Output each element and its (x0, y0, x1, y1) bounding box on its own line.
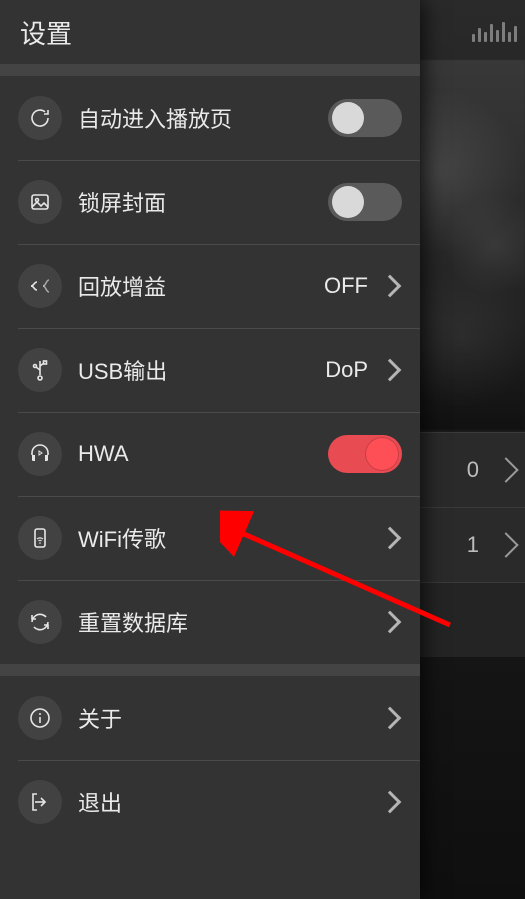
chevron-right-icon (493, 532, 518, 557)
bg-list-row[interactable]: 1 (420, 507, 525, 582)
toggle-lock-cover[interactable] (328, 183, 402, 221)
section-separator (0, 664, 420, 676)
row-value: OFF (324, 273, 368, 299)
row-about[interactable]: 关于 (0, 676, 420, 760)
row-usb-output[interactable]: USB输出 DoP (0, 328, 420, 412)
background-image (420, 60, 525, 430)
usb-icon (18, 348, 62, 392)
bg-list-row[interactable]: 0 (420, 432, 525, 507)
refresh-icon (18, 96, 62, 140)
panel-header: 设置 (0, 0, 420, 64)
bg-list-row (420, 582, 525, 657)
wifi-phone-icon (18, 516, 62, 560)
chevron-right-icon (379, 527, 402, 550)
row-label: 退出 (78, 786, 382, 818)
section-separator (0, 64, 420, 76)
row-label: 自动进入播放页 (78, 102, 328, 134)
row-label: 关于 (78, 702, 382, 734)
sound-waves-icon (18, 264, 62, 308)
row-replay-gain[interactable]: 回放增益 OFF (0, 244, 420, 328)
sync-icon (18, 600, 62, 644)
settings-panel: 设置 自动进入播放页 锁屏封面 (0, 0, 420, 899)
chevron-right-icon (493, 457, 518, 482)
toggle-hwa[interactable] (328, 435, 402, 473)
chevron-right-icon (379, 275, 402, 298)
chevron-right-icon (379, 611, 402, 634)
row-lock-cover[interactable]: 锁屏封面 (0, 160, 420, 244)
chevron-right-icon (379, 791, 402, 814)
equalizer-icon (472, 20, 517, 42)
bg-row-value: 1 (467, 532, 479, 558)
row-value: DoP (325, 357, 368, 383)
row-label: USB输出 (78, 354, 325, 386)
info-icon (18, 696, 62, 740)
row-label: 回放增益 (78, 270, 324, 302)
row-wifi-transfer[interactable]: WiFi传歌 (0, 496, 420, 580)
exit-icon (18, 780, 62, 824)
picture-icon (18, 180, 62, 224)
settings-list: 自动进入播放页 锁屏封面 回放增益 OFF (0, 76, 420, 664)
page-title: 设置 (20, 14, 72, 51)
row-label: HWA (78, 441, 328, 467)
chevron-right-icon (379, 359, 402, 382)
bg-row-value: 0 (467, 457, 479, 483)
bluetooth-headset-icon (18, 432, 62, 476)
row-rescan-database[interactable]: 重置数据库 (0, 580, 420, 664)
row-auto-play[interactable]: 自动进入播放页 (0, 76, 420, 160)
row-exit[interactable]: 退出 (0, 760, 420, 844)
background-strip: 0 1 (420, 0, 525, 899)
row-label: 锁屏封面 (78, 186, 328, 218)
settings-list-footer: 关于 退出 (0, 676, 420, 844)
row-label: WiFi传歌 (78, 522, 382, 554)
chevron-right-icon (379, 707, 402, 730)
toggle-auto-play[interactable] (328, 99, 402, 137)
row-label: 重置数据库 (78, 606, 382, 638)
row-hwa[interactable]: HWA (0, 412, 420, 496)
